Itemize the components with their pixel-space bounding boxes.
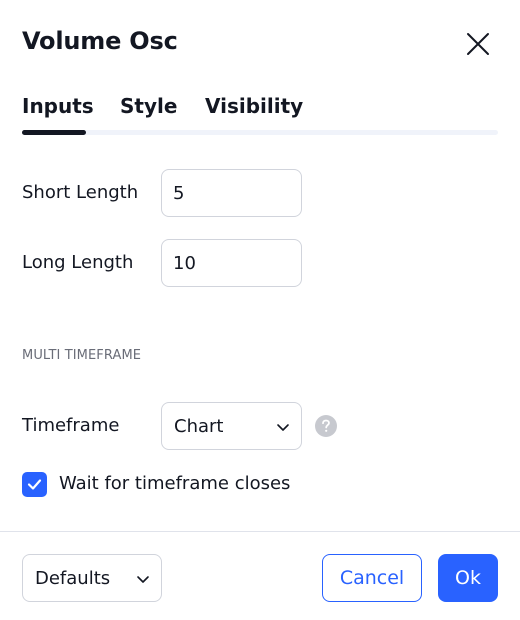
chevron-down-icon	[277, 424, 289, 431]
section-title-multi-timeframe: MULTI TIMEFRAME	[22, 348, 142, 363]
timeframe-select[interactable]: Chart	[161, 402, 302, 450]
active-tab-indicator	[22, 130, 86, 135]
timeframe-label: Timeframe	[22, 415, 120, 436]
ok-button[interactable]: Ok	[438, 554, 498, 602]
tab-bar: Inputs Style Visibility	[22, 90, 498, 136]
defaults-label: Defaults	[35, 568, 111, 589]
tab-track	[22, 130, 498, 135]
long-length-label: Long Length	[22, 252, 134, 273]
chevron-down-icon	[137, 576, 149, 583]
wait-closes-checkbox[interactable]	[22, 472, 47, 497]
defaults-dropdown-button[interactable]: Defaults	[22, 554, 162, 602]
long-length-input[interactable]	[161, 239, 302, 287]
tab-style[interactable]: Style	[120, 94, 177, 118]
footer-divider	[0, 531, 520, 532]
checkmark-icon	[27, 479, 42, 490]
wait-closes-label[interactable]: Wait for timeframe closes	[59, 473, 290, 494]
tab-inputs[interactable]: Inputs	[22, 94, 94, 118]
close-icon	[467, 33, 489, 55]
cancel-button[interactable]: Cancel	[322, 554, 422, 602]
dialog-title: Volume Osc	[22, 27, 178, 55]
close-button[interactable]	[462, 28, 494, 60]
question-circle-icon[interactable]	[315, 415, 337, 437]
short-length-input[interactable]	[161, 169, 302, 217]
timeframe-selected-value: Chart	[174, 416, 224, 437]
short-length-label: Short Length	[22, 182, 139, 203]
tab-visibility[interactable]: Visibility	[205, 94, 303, 118]
